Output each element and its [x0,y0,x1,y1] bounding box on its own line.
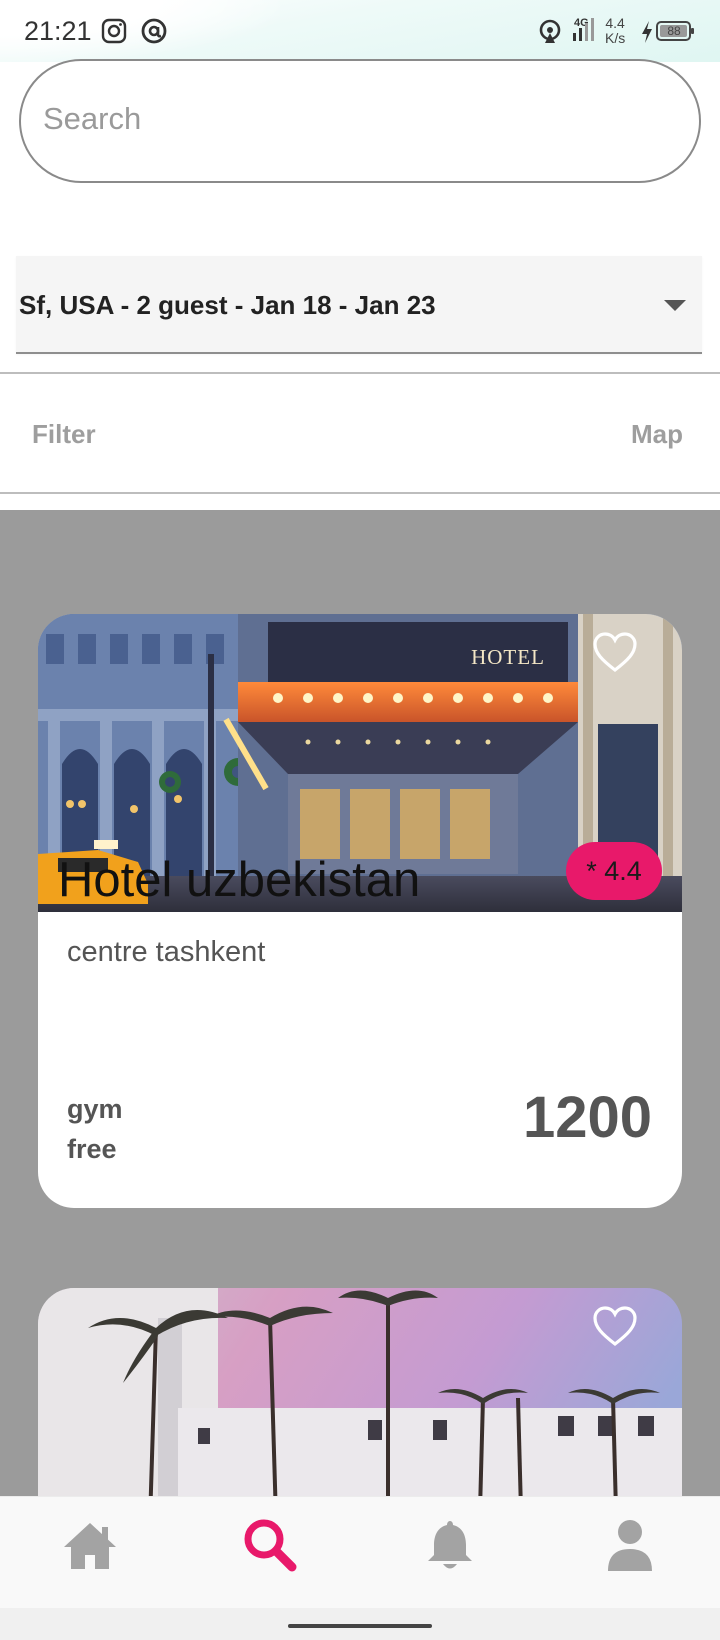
hotel-photo [38,1288,682,1496]
divider [0,372,720,374]
hotel-card[interactable] [38,1288,682,1496]
instagram-icon [101,18,127,44]
amenity-item: free [67,1134,117,1164]
hotspot-icon [539,19,561,43]
divider [0,492,720,494]
at-sign-icon [141,18,167,44]
home-icon[interactable] [60,1515,120,1575]
hotel-location: centre tashkent [67,936,266,968]
favorite-heart-icon[interactable] [592,1306,638,1348]
status-time: 21:21 [24,16,92,46]
filter-button[interactable]: Filter [32,419,96,450]
hotel-list[interactable]: HOTEL Hotel uzbekistan * 4.4 centre tash… [0,510,720,1496]
trip-dropdown[interactable]: Sf, USA - 2 guest - Jan 18 - Jan 23 [16,256,702,354]
rating-badge: * 4.4 [566,842,662,900]
hotel-card[interactable]: HOTEL Hotel uzbekistan * 4.4 centre tash… [38,614,682,1208]
battery-icon: 88 [656,21,694,41]
bell-icon[interactable] [420,1515,480,1575]
battery-level: 88 [667,24,681,38]
speed-value: 4.4 [605,15,625,31]
search-box[interactable] [19,59,701,183]
hotel-name: Hotel uzbekistan [58,853,421,907]
speed-unit: K/s [605,30,626,46]
status-bar: 21:21 4G 4.4 K/s 88 [0,0,720,62]
map-button[interactable]: Map [631,419,683,450]
dropdown-arrow-icon [664,300,686,311]
search-icon[interactable] [240,1515,300,1575]
trip-selected-value: Sf, USA - 2 guest - Jan 18 - Jan 23 [19,290,436,320]
amenity-item: gym [67,1094,123,1124]
search-input[interactable] [43,97,643,141]
network-speed: 4.4 K/s [605,16,625,46]
user-icon[interactable] [600,1515,660,1575]
hotel-price: 1200 [522,1085,652,1150]
gesture-area [0,1608,720,1640]
bottom-navigation [0,1496,720,1608]
charging-icon [642,21,652,43]
hotel-sign: HOTEL [471,645,545,669]
signal-icon: 4G [573,17,594,41]
gesture-handle[interactable] [288,1624,432,1628]
favorite-heart-icon[interactable] [592,632,638,674]
